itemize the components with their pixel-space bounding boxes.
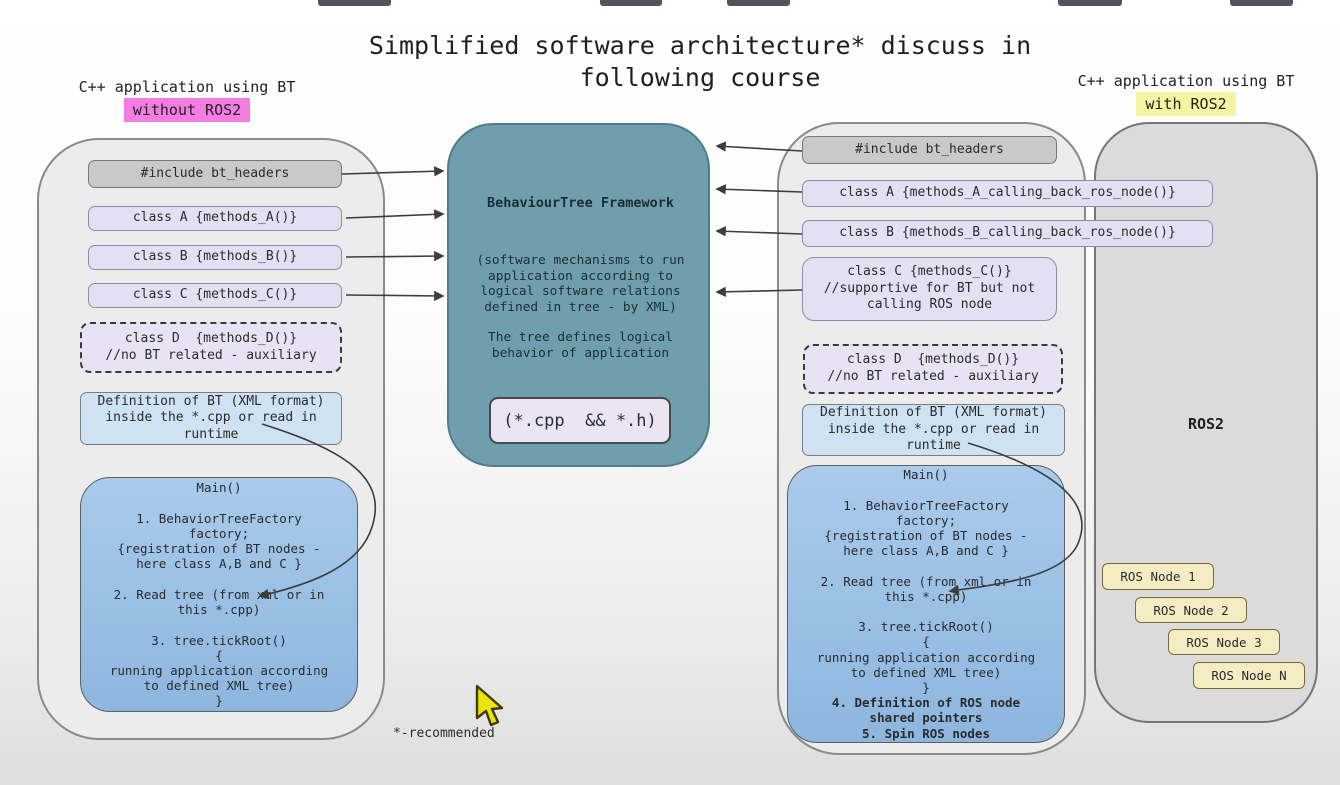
right-bt-definition-box: Definition of BT (XML format) inside the… (802, 404, 1065, 456)
right-main-text: Main() 1. BehaviorTreeFactory factory; {… (817, 467, 1035, 695)
left-app-header-text: C++ application using BT (57, 76, 317, 98)
video-edge-artifact (1230, 0, 1293, 6)
left-class-a-box: class A {methods_A()} (88, 206, 342, 231)
right-class-d-box: class D {methods_D()} //no BT related - … (803, 344, 1063, 394)
right-class-b-box: class B {methods_B_calling_back_ros_node… (802, 220, 1213, 247)
ros-node-3: ROS Node 3 (1168, 629, 1280, 655)
with-ros2-highlight: with ROS2 (1136, 92, 1235, 116)
right-include-box: #include bt_headers (802, 136, 1057, 164)
framework-description: (software mechanisms to run application … (459, 253, 702, 315)
right-class-c-box: class C {methods_C()} //supportive for B… (802, 257, 1057, 321)
video-edge-artifact (727, 0, 790, 6)
framework-description2: The tree defines logical behavior of app… (459, 330, 702, 361)
left-bt-definition-box: Definition of BT (XML format) inside the… (80, 392, 342, 445)
page-title-line1: Simplified software architecture* discus… (330, 30, 1070, 62)
page-title: Simplified software architecture* discus… (330, 30, 1070, 94)
framework-title: BehaviourTree Framework (459, 195, 702, 211)
without-ros2-highlight: without ROS2 (124, 98, 250, 122)
left-include-box: #include bt_headers (88, 160, 342, 188)
right-main-bold-text: 4. Definition of ROS node shared pointer… (817, 695, 1035, 741)
video-edge-artifact (1058, 0, 1122, 6)
right-class-a-box: class A {methods_A_calling_back_ros_node… (802, 180, 1213, 207)
architecture-slide: Simplified software architecture* discus… (0, 0, 1340, 785)
behaviourtree-framework-box: BehaviourTree Framework (software mechan… (447, 123, 710, 467)
right-app-header: C++ application using BT with ROS2 (1056, 70, 1316, 116)
ros2-label: ROS2 (1146, 415, 1266, 433)
ros-node-1: ROS Node 1 (1102, 563, 1214, 590)
video-edge-artifact (318, 0, 391, 6)
ros-node-2: ROS Node 2 (1135, 597, 1247, 623)
left-class-d-box: class D {methods_D()} //no BT related - … (80, 322, 342, 373)
ros-node-n: ROS Node N (1193, 662, 1305, 689)
right-app-header-text: C++ application using BT (1056, 70, 1316, 92)
left-class-b-box: class B {methods_B()} (88, 245, 342, 270)
left-main-box: Main() 1. BehaviorTreeFactory factory; {… (80, 477, 358, 712)
mouse-cursor (474, 684, 508, 730)
page-title-line2: following course (330, 62, 1070, 94)
left-app-header: C++ application using BT without ROS2 (57, 76, 317, 122)
video-edge-artifact (600, 0, 662, 6)
right-main-box: Main() 1. BehaviorTreeFactory factory; {… (787, 465, 1065, 743)
left-class-c-box: class C {methods_C()} (88, 283, 342, 308)
framework-files-box: (*.cpp && *.h) (489, 397, 671, 444)
